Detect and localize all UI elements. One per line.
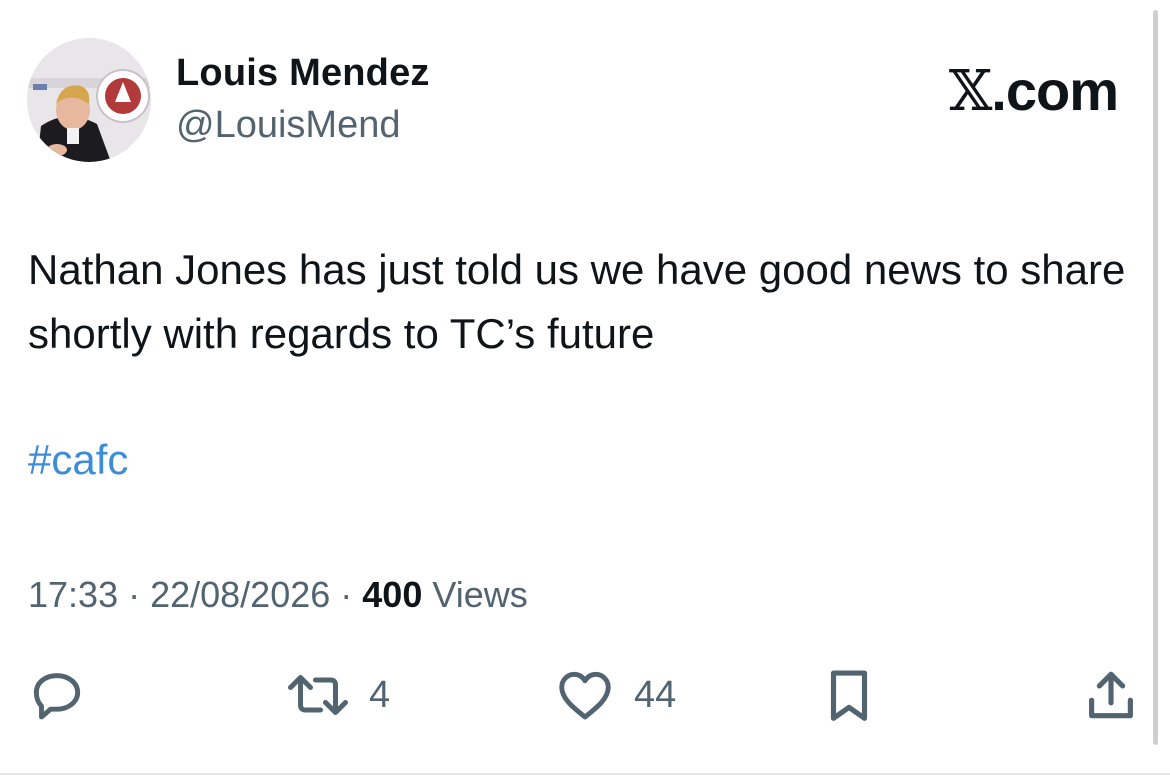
author-name[interactable]: Louis Mendez <box>176 52 430 95</box>
tweet-card: Louis Mendez @LouisMend 𝕏.com Nathan Jon… <box>0 0 1170 779</box>
heart-icon <box>559 671 611 720</box>
like-count: 44 <box>634 673 677 716</box>
avatar[interactable] <box>27 38 151 162</box>
x-com-logo: 𝕏.com <box>948 58 1119 124</box>
tweet-meta: 17:33 · 22/08/2026 · 400 Views <box>28 574 528 616</box>
views-count: 400 <box>362 574 423 615</box>
author-handle[interactable]: @LouisMend <box>176 104 400 147</box>
hashtag-link[interactable]: #cafc <box>28 436 128 484</box>
reply-button[interactable] <box>26 660 88 730</box>
reply-icon <box>33 673 81 720</box>
brand-suffix: .com <box>991 59 1119 122</box>
action-bar: 4 44 <box>0 660 1170 730</box>
meta-separator: · <box>330 574 363 615</box>
tweet-date[interactable]: 22/08/2026 <box>150 574 330 615</box>
meta-separator: · <box>118 574 151 615</box>
retweet-icon <box>288 675 348 715</box>
like-button[interactable]: 44 <box>552 660 676 730</box>
scrollbar[interactable] <box>1153 10 1158 745</box>
share-icon <box>1089 671 1133 719</box>
retweet-count: 4 <box>369 673 391 716</box>
avatar-photo <box>27 38 151 162</box>
tweet-text: Nathan Jones has just told us we have go… <box>28 246 1126 357</box>
views-label: Views <box>422 574 528 615</box>
x-logo-icon: 𝕏 <box>948 59 992 124</box>
retweet-button[interactable]: 4 <box>283 660 390 730</box>
bookmark-button[interactable] <box>818 660 880 730</box>
tweet-time[interactable]: 17:33 <box>28 574 118 615</box>
bookmark-icon <box>830 670 868 721</box>
share-button[interactable] <box>1080 660 1142 730</box>
divider <box>0 773 1170 775</box>
